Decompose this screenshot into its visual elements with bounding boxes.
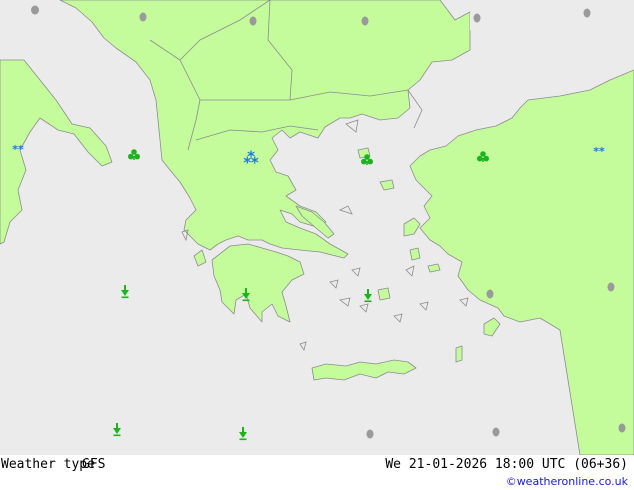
map-title: Weather type	[1, 457, 95, 472]
dry-symbol	[139, 12, 147, 22]
snow-symbol: ⁂	[243, 149, 259, 167]
snow-symbol: **	[12, 143, 24, 156]
naxos	[377, 287, 391, 301]
karpathos	[455, 345, 463, 363]
dry-symbol	[486, 289, 494, 299]
chios	[409, 247, 421, 261]
dry-symbol	[583, 8, 591, 18]
dry-symbol	[473, 13, 481, 23]
map-footer: Weather type GFS We 21-01-2026 18:00 UTC…	[0, 455, 634, 490]
dry-symbol	[366, 429, 374, 439]
dry-symbol	[361, 16, 369, 26]
map-canvas: ** ⁂ **	[0, 0, 634, 455]
forecast-datetime: We 21-01-2026 18:00 UTC (06+36)	[385, 457, 628, 472]
dry-symbol	[31, 5, 39, 15]
weather-map: ** ⁂ **	[0, 0, 634, 455]
dry-symbol	[492, 427, 500, 437]
dry-symbol	[249, 16, 257, 26]
snow-symbol: **	[593, 145, 605, 158]
copyright-link[interactable]: ©weatheronline.co.uk	[506, 475, 628, 488]
dry-symbol	[618, 423, 626, 433]
dry-symbol	[607, 282, 615, 292]
model-name: GFS	[82, 457, 106, 472]
